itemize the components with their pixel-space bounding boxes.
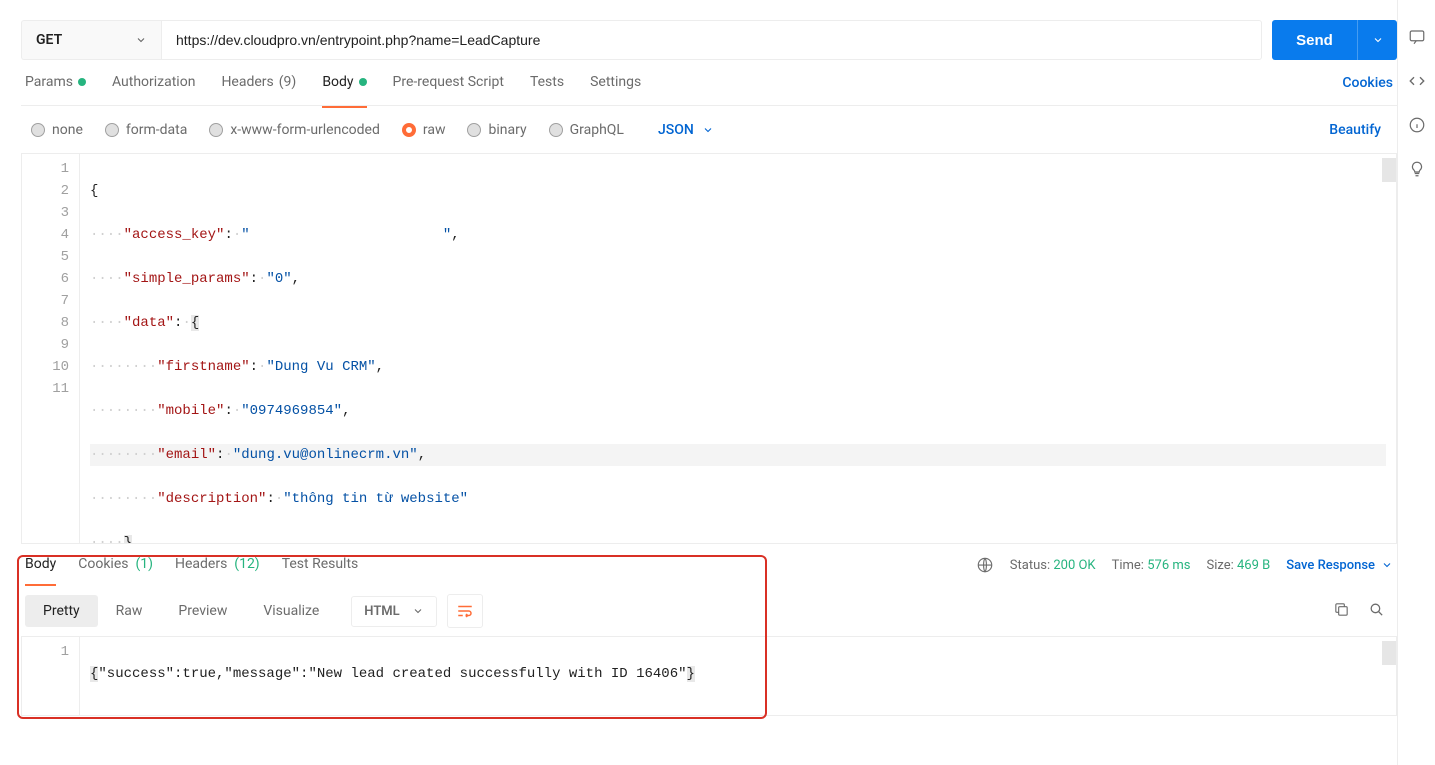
lightbulb-icon[interactable] [1408, 160, 1426, 182]
send-options-button[interactable] [1357, 20, 1397, 60]
http-method-select[interactable]: GET [21, 20, 161, 60]
body-language-label: JSON [658, 122, 694, 138]
wrap-lines-button[interactable] [447, 594, 483, 628]
body-type-binary[interactable]: binary [467, 122, 526, 138]
view-tab-pretty[interactable]: Pretty [25, 595, 98, 627]
body-type-formdata-label: form-data [126, 122, 187, 138]
save-response-label: Save Response [1286, 558, 1375, 573]
body-type-formdata[interactable]: form-data [105, 122, 187, 138]
response-tab-testresults-label: Test Results [282, 556, 359, 572]
editor-scrollbar[interactable] [1382, 158, 1396, 182]
editor-content[interactable]: { ····"access_key":·" ", ····"simple_par… [80, 154, 1396, 543]
radio-icon [31, 123, 45, 137]
beautify-button[interactable]: Beautify [1329, 122, 1387, 138]
right-sidebar [1397, 0, 1435, 765]
view-tab-raw[interactable]: Raw [98, 595, 161, 627]
editor-scrollbar[interactable] [1382, 641, 1396, 665]
tab-tests[interactable]: Tests [530, 74, 564, 92]
body-type-xwww-label: x-www-form-urlencoded [230, 122, 380, 138]
response-format-label: HTML [364, 604, 399, 619]
body-type-graphql[interactable]: GraphQL [549, 122, 624, 138]
chevron-down-icon [135, 34, 147, 46]
response-tab-headers[interactable]: Headers (12) [175, 556, 260, 574]
body-type-none[interactable]: none [31, 122, 83, 138]
info-icon[interactable] [1408, 116, 1426, 138]
copy-response-button[interactable] [1333, 601, 1350, 622]
response-tab-body-label: Body [25, 556, 56, 572]
response-tab-testresults[interactable]: Test Results [282, 556, 359, 574]
search-icon [1368, 601, 1385, 618]
search-response-button[interactable] [1368, 601, 1385, 622]
send-button[interactable]: Send [1272, 20, 1357, 60]
status-text: Status: 200 OK [1010, 558, 1096, 573]
radio-icon [105, 123, 119, 137]
response-body-editor[interactable]: 1 {"success":true,"message":"New lead cr… [21, 636, 1397, 716]
body-type-xwww[interactable]: x-www-form-urlencoded [209, 122, 380, 138]
tab-settings[interactable]: Settings [590, 74, 641, 92]
time-text: Time: 576 ms [1112, 558, 1191, 573]
response-tab-cookies-label: Cookies [78, 556, 128, 572]
http-method-label: GET [36, 32, 62, 48]
tab-settings-label: Settings [590, 74, 641, 90]
body-type-binary-label: binary [488, 122, 526, 138]
radio-icon [467, 123, 481, 137]
tab-prerequest-label: Pre-request Script [393, 74, 504, 90]
url-input[interactable] [176, 32, 1247, 48]
tab-params-label: Params [25, 74, 73, 90]
editor-gutter: 1 [22, 637, 80, 715]
body-indicator-dot [359, 78, 367, 86]
size-text: Size: 469 B [1206, 558, 1270, 573]
body-type-none-label: none [52, 122, 83, 138]
radio-icon [549, 123, 563, 137]
copy-icon [1333, 601, 1350, 618]
chevron-down-icon [1372, 34, 1384, 46]
body-type-graphql-label: GraphQL [570, 122, 624, 138]
response-tab-body[interactable]: Body [25, 556, 56, 574]
radio-icon [209, 123, 223, 137]
response-tab-headers-label: Headers [175, 556, 227, 572]
tab-headers[interactable]: Headers (9) [221, 74, 296, 92]
body-language-select[interactable]: JSON [658, 122, 714, 138]
comments-icon[interactable] [1408, 28, 1426, 50]
code-icon[interactable] [1407, 72, 1427, 94]
response-headers-count: (12) [234, 556, 259, 572]
chevron-down-icon [702, 124, 714, 136]
tab-authorization[interactable]: Authorization [112, 74, 195, 92]
tab-params[interactable]: Params [25, 74, 86, 92]
tab-body[interactable]: Body [322, 74, 366, 92]
chevron-down-icon [1381, 559, 1393, 571]
tab-headers-count: (9) [279, 74, 297, 90]
tab-authorization-label: Authorization [112, 74, 195, 90]
radio-icon-selected [402, 123, 416, 137]
response-content[interactable]: {"success":true,"message":"New lead crea… [80, 637, 1396, 715]
view-tab-visualize[interactable]: Visualize [245, 595, 337, 627]
cookies-link[interactable]: Cookies [1342, 75, 1393, 91]
body-type-raw[interactable]: raw [402, 122, 446, 138]
editor-gutter: 1234567891011 [22, 154, 80, 543]
tab-body-label: Body [322, 74, 353, 90]
globe-icon [976, 556, 994, 574]
request-body-editor[interactable]: 1234567891011 { ····"access_key":·" ", ·… [21, 154, 1397, 544]
save-response-button[interactable]: Save Response [1286, 558, 1393, 573]
tab-headers-label: Headers [221, 74, 273, 90]
params-indicator-dot [78, 78, 86, 86]
response-tab-cookies[interactable]: Cookies (1) [78, 556, 153, 574]
tab-tests-label: Tests [530, 74, 564, 90]
chevron-down-icon [412, 605, 424, 617]
view-tab-preview[interactable]: Preview [160, 595, 245, 627]
tab-prerequest[interactable]: Pre-request Script [393, 74, 504, 92]
url-input-container [161, 20, 1262, 60]
wrap-icon [456, 602, 474, 620]
body-type-raw-label: raw [423, 122, 446, 138]
response-cookies-count: (1) [135, 556, 153, 572]
response-format-select[interactable]: HTML [351, 596, 436, 627]
